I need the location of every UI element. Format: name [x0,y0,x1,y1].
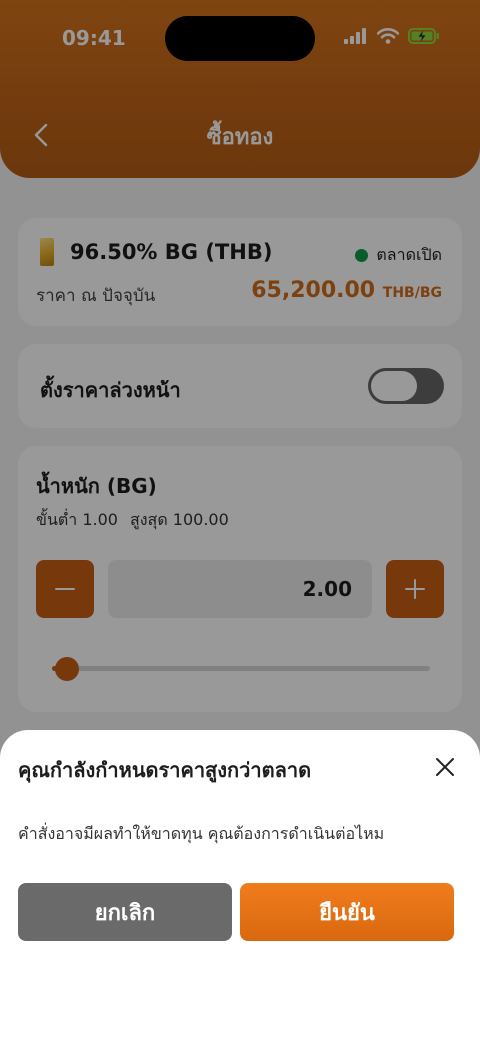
dialog-message: คำสั่งอาจมีผลทำให้ขาดทุน คุณต้องการดำเนิ… [18,824,385,843]
buy-gold-screen: 09:41 ซื้อทอง 96.50% BG (THB) ตลาดเปิด ร… [0,0,480,1044]
close-dialog-button[interactable] [432,754,458,780]
confirmation-sheet: คุณกำลังกำหนดราคาสูงกว่าตลาด คำสั่งอาจมี… [0,730,480,1044]
dialog-title: คุณกำลังกำหนดราคาสูงกว่าตลาด [18,758,312,782]
close-icon [436,758,454,776]
cancel-button[interactable]: ยกเลิก [18,883,232,941]
confirm-button[interactable]: ยืนยัน [240,883,454,941]
